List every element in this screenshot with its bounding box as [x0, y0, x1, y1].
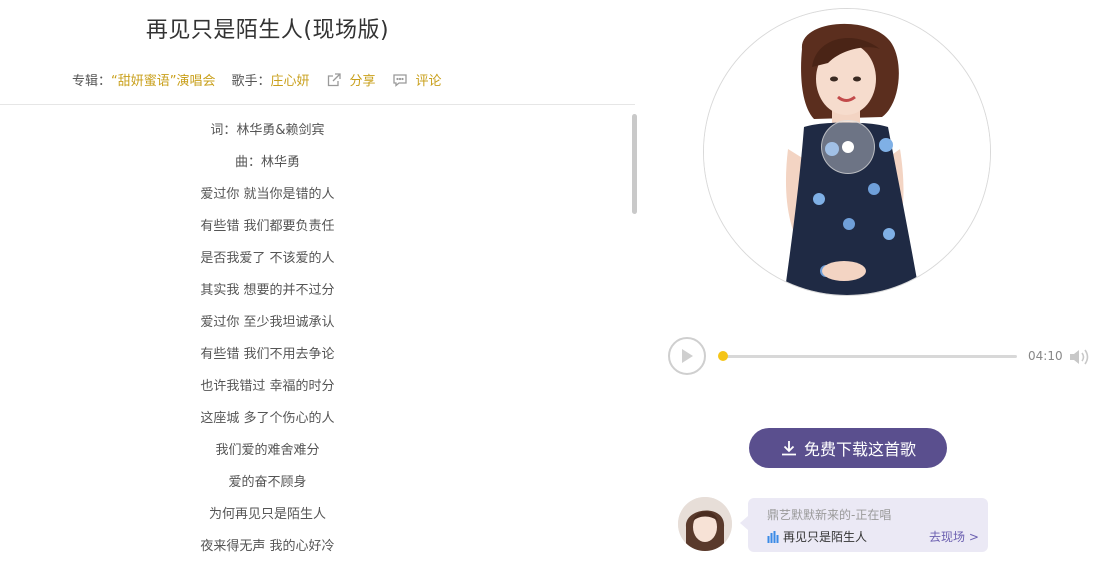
- share-icon[interactable]: [326, 72, 342, 88]
- volume-icon[interactable]: [1068, 347, 1090, 367]
- lyric-line: 词：林华勇&赖剑宾: [210, 123, 325, 138]
- download-label: 免费下载这首歌: [803, 440, 916, 459]
- live-song-title: 再见只是陌生人: [783, 530, 868, 544]
- lyric-line: 爱过你 就当你是错的人: [200, 187, 335, 202]
- lyric-line: 夜来得无声 我的心好冷: [200, 539, 335, 554]
- audio-bars-icon: [767, 530, 779, 543]
- lyric-line: 是否我爱了 不该爱的人: [200, 251, 335, 266]
- album-link[interactable]: “甜妍蜜语”演唱会: [111, 70, 215, 89]
- lyric-line: 爱过你 至少我坦诚承认: [200, 315, 335, 330]
- go-live-link[interactable]: 去现场 >: [929, 528, 979, 545]
- duration-text: 04:10: [1028, 349, 1063, 363]
- lyric-line: 也许我错过 幸福的时分: [200, 379, 335, 394]
- song-title: 再见只是陌生人(现场版): [145, 18, 390, 43]
- singer-link[interactable]: 庄心妍: [271, 70, 310, 89]
- live-status: 鼎艺默默新来的-正在唱: [767, 508, 892, 522]
- album-label: 专辑：: [72, 74, 112, 89]
- disc-center: [821, 120, 875, 174]
- lyrics-panel[interactable]: 词：林华勇&赖剑宾 曲：林华勇 爱过你 就当你是错的人 有些错 我们都要负责任 …: [0, 116, 535, 572]
- share-button[interactable]: 分享: [350, 70, 376, 89]
- comment-icon[interactable]: [392, 72, 408, 88]
- divider: [0, 104, 635, 105]
- singer-label: 歌手：: [231, 74, 271, 89]
- lyric-line: 曲：林华勇: [234, 155, 300, 170]
- play-button[interactable]: [668, 337, 706, 375]
- progress-knob[interactable]: [718, 351, 728, 361]
- download-icon: [781, 441, 796, 456]
- lyric-line: 这座城 多了个伤心的人: [200, 411, 335, 426]
- play-icon: [682, 349, 693, 363]
- comment-button[interactable]: 评论: [416, 70, 442, 89]
- progress-bar[interactable]: [718, 351, 1017, 361]
- download-button[interactable]: 免费下载这首歌: [749, 428, 947, 468]
- lyric-line: 爱的奋不顾身: [228, 475, 307, 490]
- scrollbar-thumb[interactable]: [632, 114, 637, 214]
- lyric-line: 为何再见只是陌生人: [208, 507, 326, 522]
- avatar[interactable]: [678, 497, 732, 551]
- live-card: 鼎艺默默新来的-正在唱 再见只是陌生人 去现场 >: [740, 498, 988, 552]
- lyric-line: 我们爱的难舍难分: [215, 443, 320, 458]
- lyric-line: 其实我 想要的并不过分: [200, 283, 335, 298]
- lyrics-scrollbar[interactable]: [632, 114, 637, 572]
- lyric-line: 有些错 我们不用去争论: [200, 347, 335, 362]
- lyric-line: 有些错 我们都要负责任: [200, 219, 335, 234]
- song-meta: 专辑： “甜妍蜜语”演唱会 歌手： 庄心妍 分享 评论: [72, 70, 442, 89]
